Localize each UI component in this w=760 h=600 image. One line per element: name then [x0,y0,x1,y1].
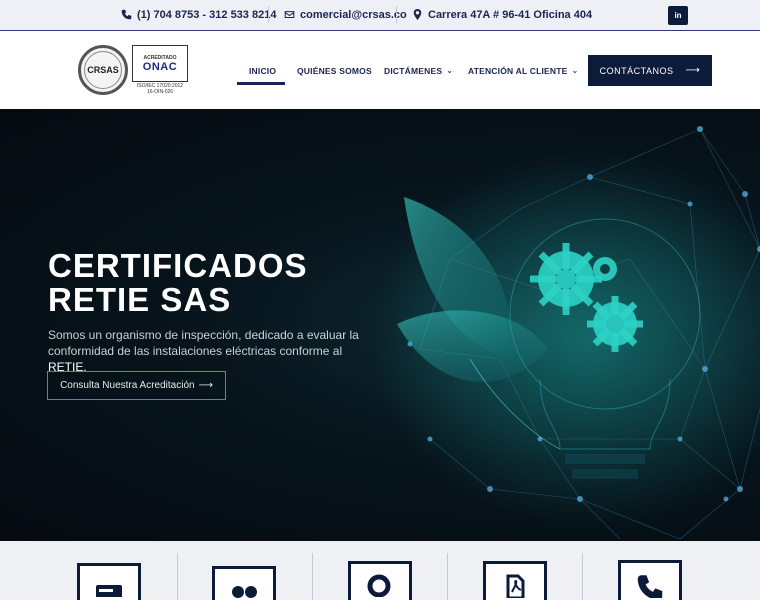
service-card[interactable] [348,561,412,600]
card-icon [96,585,122,597]
services-strip [0,541,760,600]
nav-item-dictamenes[interactable]: DICTÁMENES ⌄ [384,32,453,109]
crsas-logo[interactable]: CRSAS [78,45,128,95]
top-contact-bar: (1) 704 8753 - 312 533 8214 comercial@cr… [0,0,760,31]
hero-banner: CERTIFICADOS RETIE SAS Somos un organism… [0,109,760,541]
nav-label: ATENCIÓN AL CLIENTE [468,65,568,76]
address-contact[interactable]: Carrera 47A # 96-41 Oficina 404 [412,0,592,29]
dots-icon [232,586,257,598]
hero-subtitle: Somos un organismo de inspección, dedica… [48,327,378,375]
nav-label: QUIÉNES SOMOS [297,65,372,76]
divider [177,553,178,600]
hero-subtitle-text: Somos un organismo de inspección, dedica… [48,328,359,358]
nav-label: INICIO [249,65,277,76]
phone-icon [637,575,663,598]
divider [447,553,448,600]
email-text: comercial@crsas.co [300,8,407,21]
phone-contact[interactable]: (1) 704 8753 - 312 533 8214 [121,0,276,29]
hero-title-line1: CERTIFICADOS [48,247,308,284]
pdf-icon [506,574,525,598]
map-pin-icon [413,9,422,20]
lightbulb-network-illustration [370,126,760,540]
email-contact[interactable]: comercial@crsas.co [284,0,407,29]
main-header: CRSAS ACREDITADO ONAC ISO/IEC 17020:2012… [0,32,760,109]
arrow-right-icon: ⟶ [198,380,213,391]
service-card[interactable] [483,561,547,600]
nav-active-indicator [237,82,285,85]
divider [312,553,313,600]
contact-button-label: CONTÁCTANOS [599,65,674,76]
envelope-icon [284,11,295,18]
search-icon [367,574,391,597]
address-text: Carrera 47A # 96-41 Oficina 404 [428,8,593,21]
accreditation-button[interactable]: Consulta Nuestra Acreditación ⟶ [47,371,226,400]
service-card[interactable] [77,563,141,600]
hero-title: CERTIFICADOS RETIE SAS [48,249,308,317]
linkedin-icon: in [674,11,682,20]
contact-button[interactable]: CONTÁCTANOS ⟶ [588,55,712,86]
onac-big-text: ONAC [142,60,178,73]
divider [396,6,397,23]
hero-title-line2: RETIE SAS [48,281,232,318]
phone-text: (1) 704 8753 - 312 533 8214 [137,8,277,21]
nav-item-quienes-somos[interactable]: QUIÉNES SOMOS [297,32,372,109]
accreditation-button-label: Consulta Nuestra Acreditación [60,380,195,391]
nav-label: DICTÁMENES [384,65,443,76]
phone-icon [121,9,132,20]
nav-item-inicio[interactable]: INICIO [249,32,276,109]
onac-code-text: 16-OIN-026 [146,89,174,95]
arrow-right-icon: ⟶ [685,65,701,76]
divider [268,6,269,23]
onac-accreditation-badge: ACREDITADO ONAC ISO/IEC 17020:2012 16-OI… [132,45,188,95]
chevron-down-icon: ⌄ [446,66,454,75]
logo-text: CRSAS [84,51,122,89]
nav-item-atencion-al-cliente[interactable]: ATENCIÓN AL CLIENTE ⌄ [468,32,578,109]
divider [582,553,583,600]
service-card[interactable] [212,566,276,600]
chevron-down-icon: ⌄ [571,66,579,75]
service-card[interactable] [618,560,682,600]
linkedin-button[interactable]: in [668,6,688,25]
